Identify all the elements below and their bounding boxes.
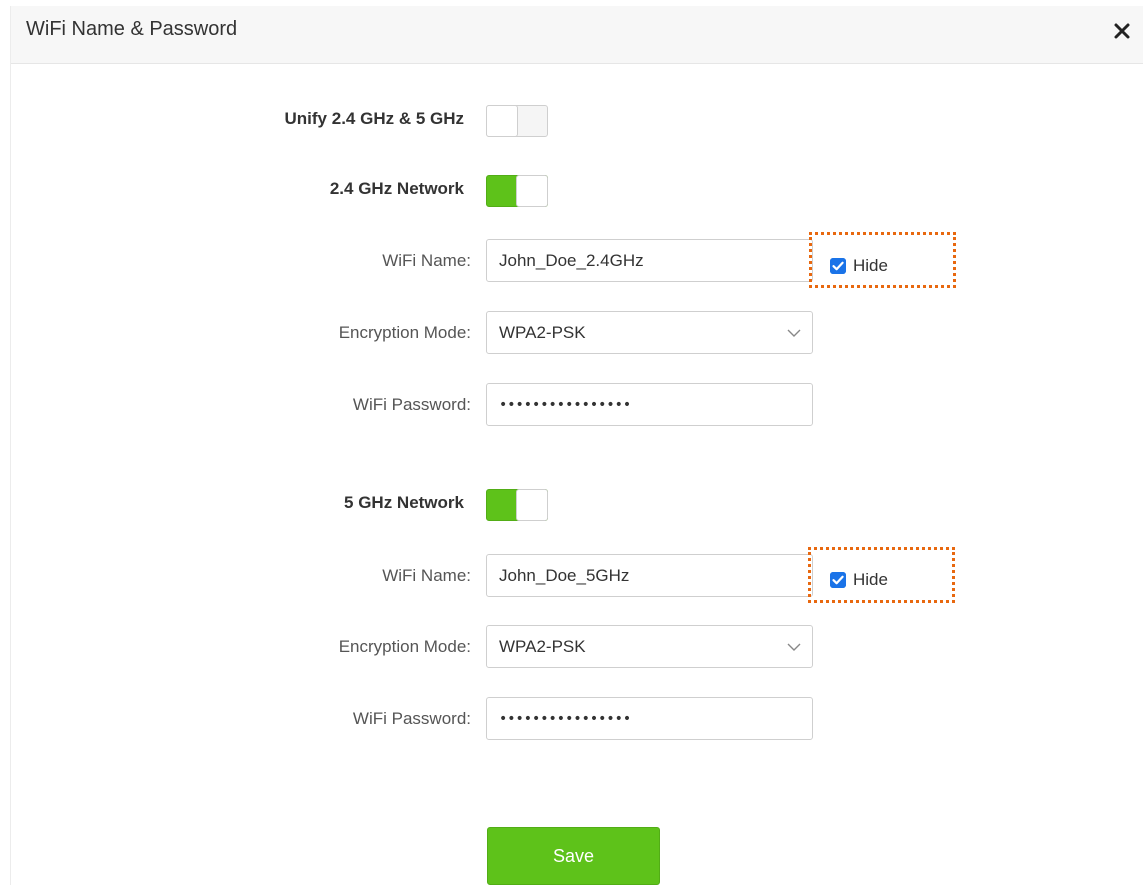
encryption-5-select[interactable]: WPA2-PSK bbox=[486, 625, 813, 668]
toggle-knob bbox=[486, 105, 518, 137]
wifi-name-24-input[interactable] bbox=[486, 239, 813, 282]
chevron-down-icon bbox=[787, 643, 801, 651]
toggle-knob bbox=[516, 489, 548, 521]
save-button[interactable]: Save bbox=[487, 827, 660, 885]
dialog-header: WiFi Name & Password bbox=[11, 6, 1143, 64]
wifi-settings-dialog: WiFi Name & Password Unify 2.4 GHz & 5 G… bbox=[10, 6, 1143, 885]
chevron-down-icon bbox=[787, 329, 801, 337]
hide-24-label[interactable]: Hide bbox=[853, 256, 888, 276]
toggle-knob bbox=[516, 175, 548, 207]
hide-24-checkbox[interactable] bbox=[830, 258, 846, 274]
unify-toggle[interactable] bbox=[486, 105, 548, 137]
hide-5-checkbox[interactable] bbox=[830, 572, 846, 588]
password-24-label: WiFi Password: bbox=[352, 395, 471, 414]
encryption-5-label: Encryption Mode: bbox=[338, 637, 471, 656]
encryption-24-label: Encryption Mode: bbox=[338, 323, 471, 342]
dialog-title: WiFi Name & Password bbox=[26, 18, 238, 40]
network-5-toggle[interactable] bbox=[486, 489, 548, 521]
password-5-label: WiFi Password: bbox=[352, 709, 471, 728]
password-24-input[interactable] bbox=[486, 383, 813, 426]
wifi-name-5-input[interactable] bbox=[486, 554, 813, 597]
encryption-24-value: WPA2-PSK bbox=[499, 323, 586, 342]
unify-label: Unify 2.4 GHz & 5 GHz bbox=[284, 109, 464, 128]
password-5-input[interactable] bbox=[486, 697, 813, 740]
network-24-label: 2.4 GHz Network bbox=[329, 179, 464, 198]
hide-5-label[interactable]: Hide bbox=[853, 570, 888, 590]
close-icon[interactable] bbox=[1109, 18, 1135, 44]
encryption-5-value: WPA2-PSK bbox=[499, 637, 586, 656]
encryption-24-select[interactable]: WPA2-PSK bbox=[486, 311, 813, 354]
network-24-toggle[interactable] bbox=[486, 175, 548, 207]
wifi-name-24-label: WiFi Name: bbox=[382, 251, 471, 270]
wifi-name-5-label: WiFi Name: bbox=[382, 566, 471, 585]
network-5-label: 5 GHz Network bbox=[344, 493, 464, 512]
